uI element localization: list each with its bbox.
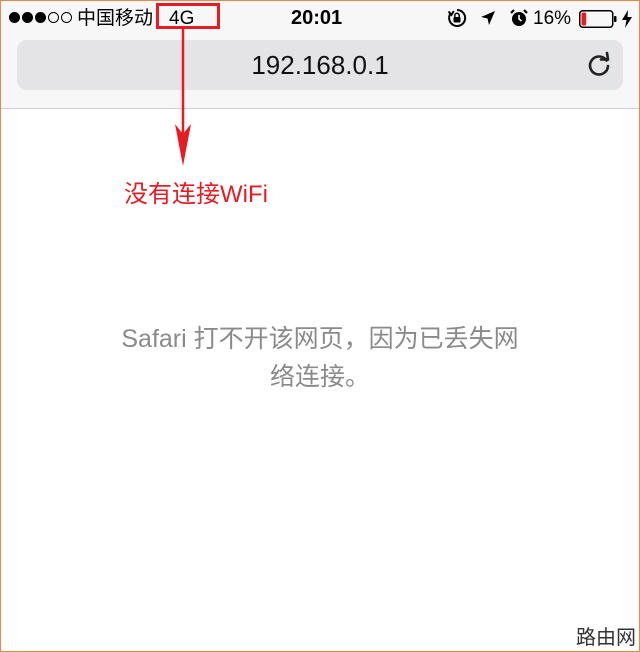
network-highlight-box (156, 3, 220, 29)
error-message-line-2: 络连接。 (269, 363, 370, 391)
status-bar: 中国移动 4G 20:01 16% (1, 1, 639, 35)
carrier-name: 中国移动 (77, 8, 154, 29)
address-bar[interactable]: 192.168.0.1 (17, 40, 623, 90)
browser-toolbar: 192.168.0.1 (1, 35, 639, 109)
location-arrow-icon (481, 11, 495, 25)
reload-icon[interactable] (585, 51, 613, 79)
watermark: 路由网 (576, 627, 636, 649)
url-text[interactable]: 192.168.0.1 (17, 40, 623, 90)
alarm-clock-icon (510, 9, 528, 26)
battery-icon (579, 10, 617, 28)
error-message-line-1: Safari 打不开该网页，因为已丢失网 (121, 325, 519, 353)
signal-strength-icon (9, 12, 72, 23)
annotation-label: 没有连接WiFi (124, 181, 268, 208)
charging-bolt-icon (622, 10, 632, 28)
annotation-arrow-icon (175, 28, 191, 166)
clock: 20:01 (291, 7, 343, 29)
rotation-lock-icon (447, 8, 467, 27)
error-message: Safari 打不开该网页，因为已丢失网 络连接。 (60, 320, 580, 396)
battery-percentage: 16% (533, 8, 572, 29)
status-icons (447, 8, 529, 28)
